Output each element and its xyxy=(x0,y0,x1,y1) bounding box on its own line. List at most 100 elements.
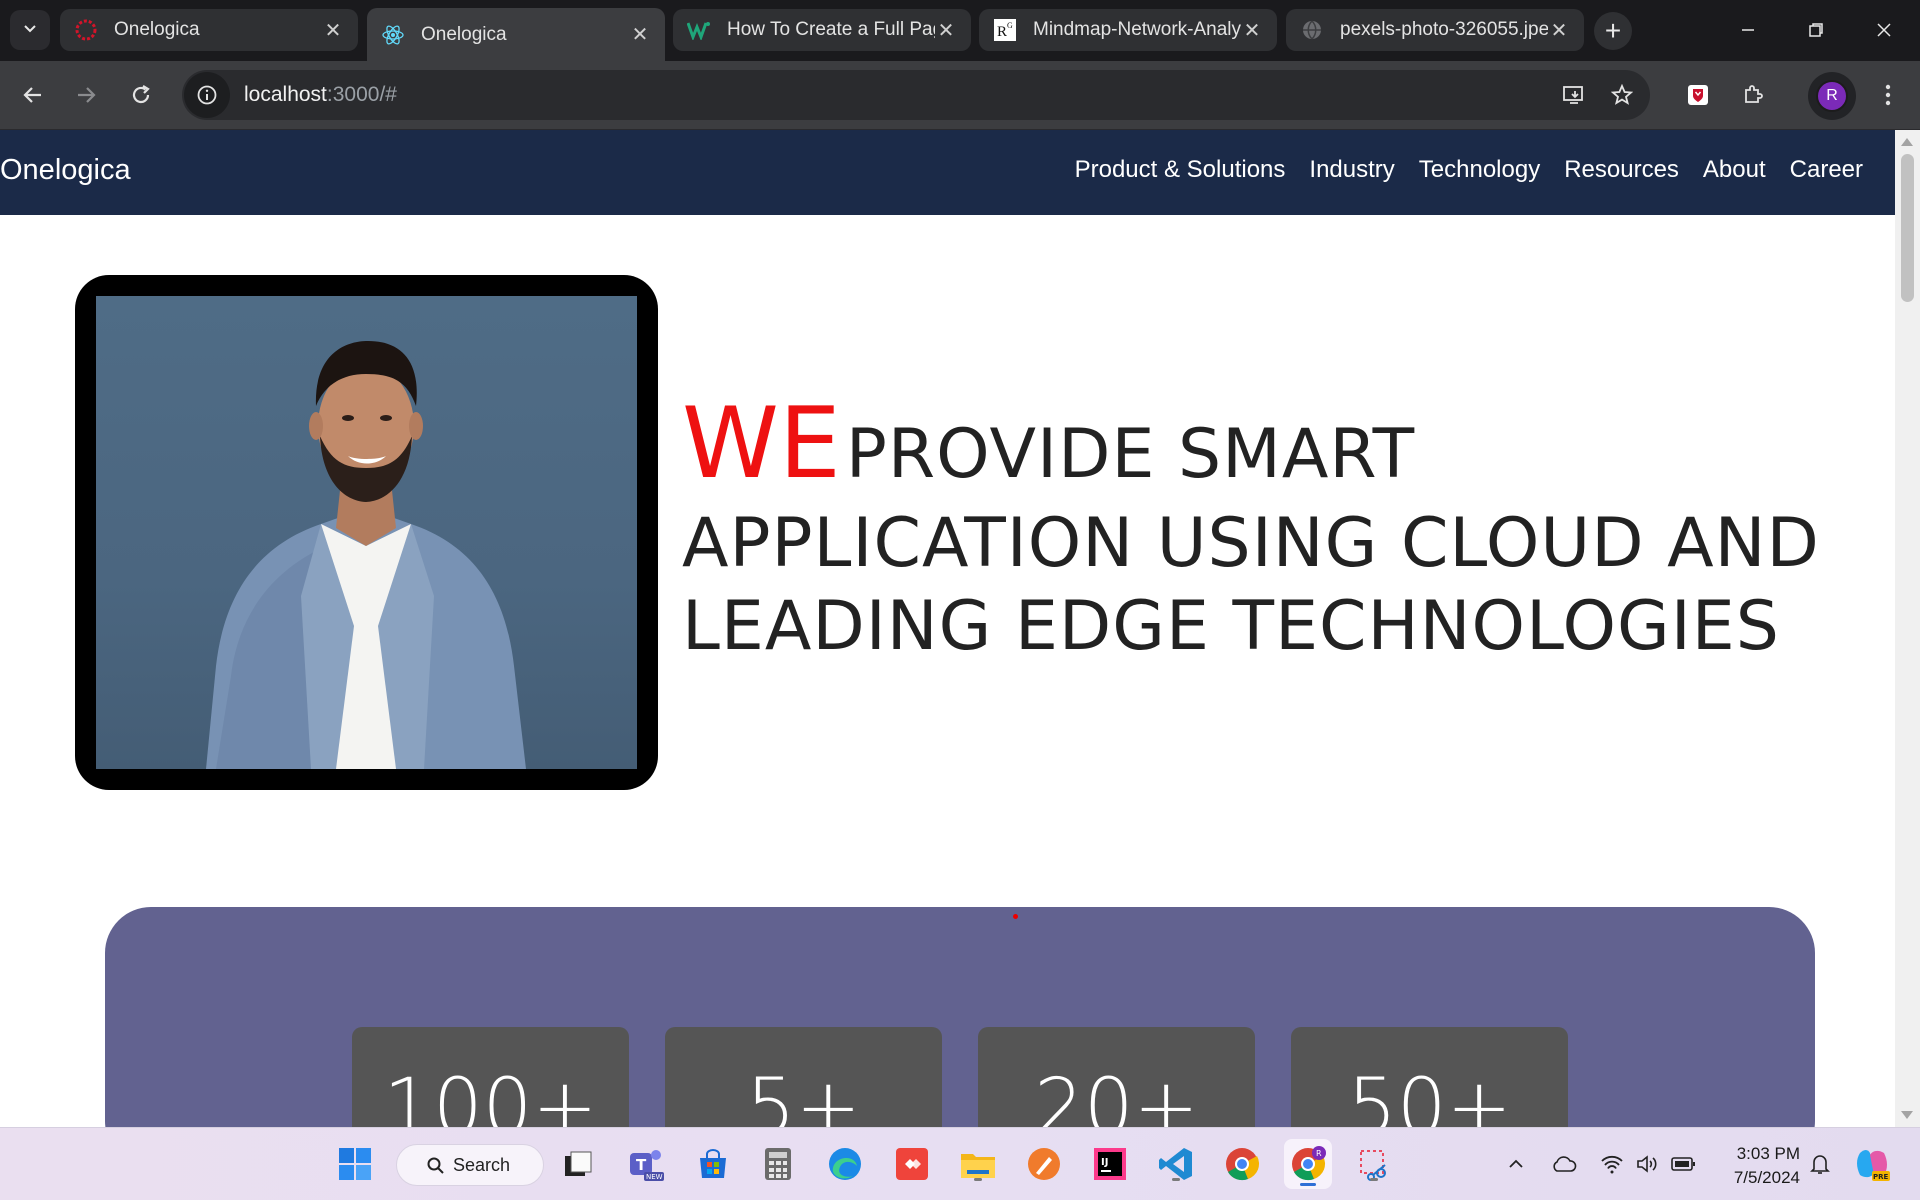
notification-bell-icon[interactable] xyxy=(1806,1150,1834,1178)
hero-image-frame xyxy=(75,275,658,790)
nav-product-solutions[interactable]: Product & Solutions xyxy=(1075,156,1286,184)
calculator-icon[interactable] xyxy=(758,1144,798,1184)
taskbar-search[interactable]: Search xyxy=(396,1144,544,1186)
chrome-icon[interactable] xyxy=(1222,1144,1262,1184)
url-host: localhost xyxy=(244,83,327,106)
minimize-button[interactable] xyxy=(1720,10,1776,50)
install-app-icon xyxy=(1563,86,1583,104)
onelogica-red-icon xyxy=(74,18,98,42)
close-tab-icon[interactable]: ✕ xyxy=(322,18,344,43)
restore-icon xyxy=(1809,23,1823,37)
scroll-up-icon[interactable] xyxy=(1901,138,1913,146)
restore-button[interactable] xyxy=(1788,10,1844,50)
svg-text:IJ: IJ xyxy=(1101,1157,1108,1168)
intellij-icon[interactable]: IJ xyxy=(1090,1144,1130,1184)
plus-icon: + xyxy=(1604,15,1622,46)
new-tab-button[interactable]: + xyxy=(1594,12,1632,50)
windows-taskbar: Search T NEW IJ R 3:03 PM 7/5/2024 PRE xyxy=(0,1127,1920,1200)
running-indicator xyxy=(1370,1178,1378,1181)
tab-how-to-create[interactable]: How To Create a Full Pag ✕ xyxy=(673,9,971,51)
forward-button[interactable] xyxy=(66,75,106,115)
tab-pexels-photo[interactable]: pexels-photo-326055.jpe ✕ xyxy=(1286,9,1584,51)
minimize-icon xyxy=(1742,29,1754,31)
vscode-icon[interactable] xyxy=(1156,1144,1196,1184)
taskbar-clock[interactable]: 3:03 PM 7/5/2024 xyxy=(1700,1142,1800,1190)
copilot-icon[interactable]: PRE xyxy=(1852,1144,1892,1184)
volume-icon[interactable] xyxy=(1634,1150,1662,1178)
tab-title: Onelogica xyxy=(421,23,507,45)
close-icon xyxy=(1877,23,1891,37)
tab-title: How To Create a Full Pag xyxy=(727,19,935,40)
task-view-icon[interactable] xyxy=(558,1144,598,1184)
nav-technology[interactable]: Technology xyxy=(1419,156,1540,184)
site-info-icon[interactable] xyxy=(184,72,230,118)
shield-icon xyxy=(1688,85,1708,105)
close-window-button[interactable] xyxy=(1856,10,1912,50)
tab-onelogica-2[interactable]: Onelogica ✕ xyxy=(367,8,665,61)
close-tab-icon[interactable]: ✕ xyxy=(629,22,651,47)
react-icon xyxy=(381,23,405,47)
tab-onelogica-1[interactable]: Onelogica ✕ xyxy=(60,9,358,51)
tab-strip: Onelogica ✕ Onelogica ✕ How To Create a … xyxy=(0,0,1920,61)
tab-mindmap[interactable]: RG Mindmap-Network-Analy ✕ xyxy=(979,9,1277,51)
windows-start-icon[interactable] xyxy=(335,1144,375,1184)
arrow-left-icon xyxy=(23,87,41,103)
chevron-up-icon[interactable] xyxy=(1502,1150,1530,1178)
nav-industry[interactable]: Industry xyxy=(1309,156,1394,184)
snipping-tool-icon[interactable] xyxy=(1354,1144,1394,1184)
url-text: localhost:3000/# xyxy=(244,83,397,107)
close-tab-icon[interactable]: ✕ xyxy=(935,18,957,43)
wifi-icon[interactable] xyxy=(1598,1150,1626,1178)
svg-text:NEW: NEW xyxy=(646,1173,663,1181)
back-button[interactable] xyxy=(13,75,53,115)
nav-career[interactable]: Career xyxy=(1790,156,1863,184)
close-tab-icon[interactable]: ✕ xyxy=(1241,18,1263,43)
close-tab-icon[interactable]: ✕ xyxy=(1548,18,1570,43)
microsoft-store-icon[interactable] xyxy=(693,1144,733,1184)
running-indicator xyxy=(974,1178,982,1181)
scrollbar-thumb[interactable] xyxy=(1901,154,1914,302)
page-scrollbar[interactable] xyxy=(1895,130,1920,1127)
kebab-menu-icon xyxy=(1885,84,1891,106)
edge-icon[interactable] xyxy=(825,1144,865,1184)
menu-button[interactable] xyxy=(1868,75,1908,115)
stat-card: 5+ xyxy=(665,1027,942,1127)
nav-about[interactable]: About xyxy=(1703,156,1766,184)
stat-card: 20+ xyxy=(978,1027,1255,1127)
site-brand-link[interactable]: Onelogica xyxy=(0,154,131,187)
tab-title: Onelogica xyxy=(114,19,200,40)
stats-panel: 100+ 5+ 20+ 50+ xyxy=(105,907,1815,1127)
battery-icon[interactable] xyxy=(1670,1150,1698,1178)
tab-title: Mindmap-Network-Analy xyxy=(1033,19,1241,40)
chrome-profile-icon[interactable]: R xyxy=(1284,1139,1332,1189)
address-bar[interactable]: localhost:3000/# xyxy=(182,70,1650,120)
file-explorer-icon[interactable] xyxy=(958,1144,998,1184)
tab-search-button[interactable] xyxy=(10,10,50,50)
profile-avatar[interactable]: R xyxy=(1816,80,1848,112)
stat-card: 50+ xyxy=(1291,1027,1568,1127)
reload-button[interactable] xyxy=(121,75,161,115)
svg-text:R: R xyxy=(1316,1149,1322,1158)
svg-text:T: T xyxy=(636,1156,647,1174)
onedrive-icon[interactable] xyxy=(1550,1150,1578,1178)
site-navbar: Onelogica Product & Solutions Industry T… xyxy=(0,130,1895,215)
install-app-button[interactable] xyxy=(1554,75,1594,115)
search-icon xyxy=(427,1157,444,1174)
paint-icon[interactable] xyxy=(1024,1144,1064,1184)
hero-person-photo xyxy=(96,296,637,769)
running-indicator xyxy=(1172,1178,1180,1181)
teams-icon[interactable]: T NEW xyxy=(626,1144,666,1184)
stat-card: 100+ xyxy=(352,1027,629,1127)
extension-mcafee-button[interactable] xyxy=(1678,75,1718,115)
active-indicator xyxy=(1300,1183,1316,1186)
decorative-dot xyxy=(1013,914,1018,919)
bookmark-button[interactable] xyxy=(1602,75,1642,115)
scroll-down-icon[interactable] xyxy=(1901,1111,1913,1119)
nav-resources[interactable]: Resources xyxy=(1564,156,1679,184)
hero-headline: WE PROVIDE SMART APPLICATION USING CLOUD… xyxy=(682,394,1872,662)
extensions-button[interactable] xyxy=(1733,75,1773,115)
page-viewport: Onelogica Product & Solutions Industry T… xyxy=(0,130,1895,1127)
tab-title: pexels-photo-326055.jpe xyxy=(1340,19,1548,40)
chevron-down-icon xyxy=(22,20,38,41)
anydesk-icon[interactable] xyxy=(892,1144,932,1184)
